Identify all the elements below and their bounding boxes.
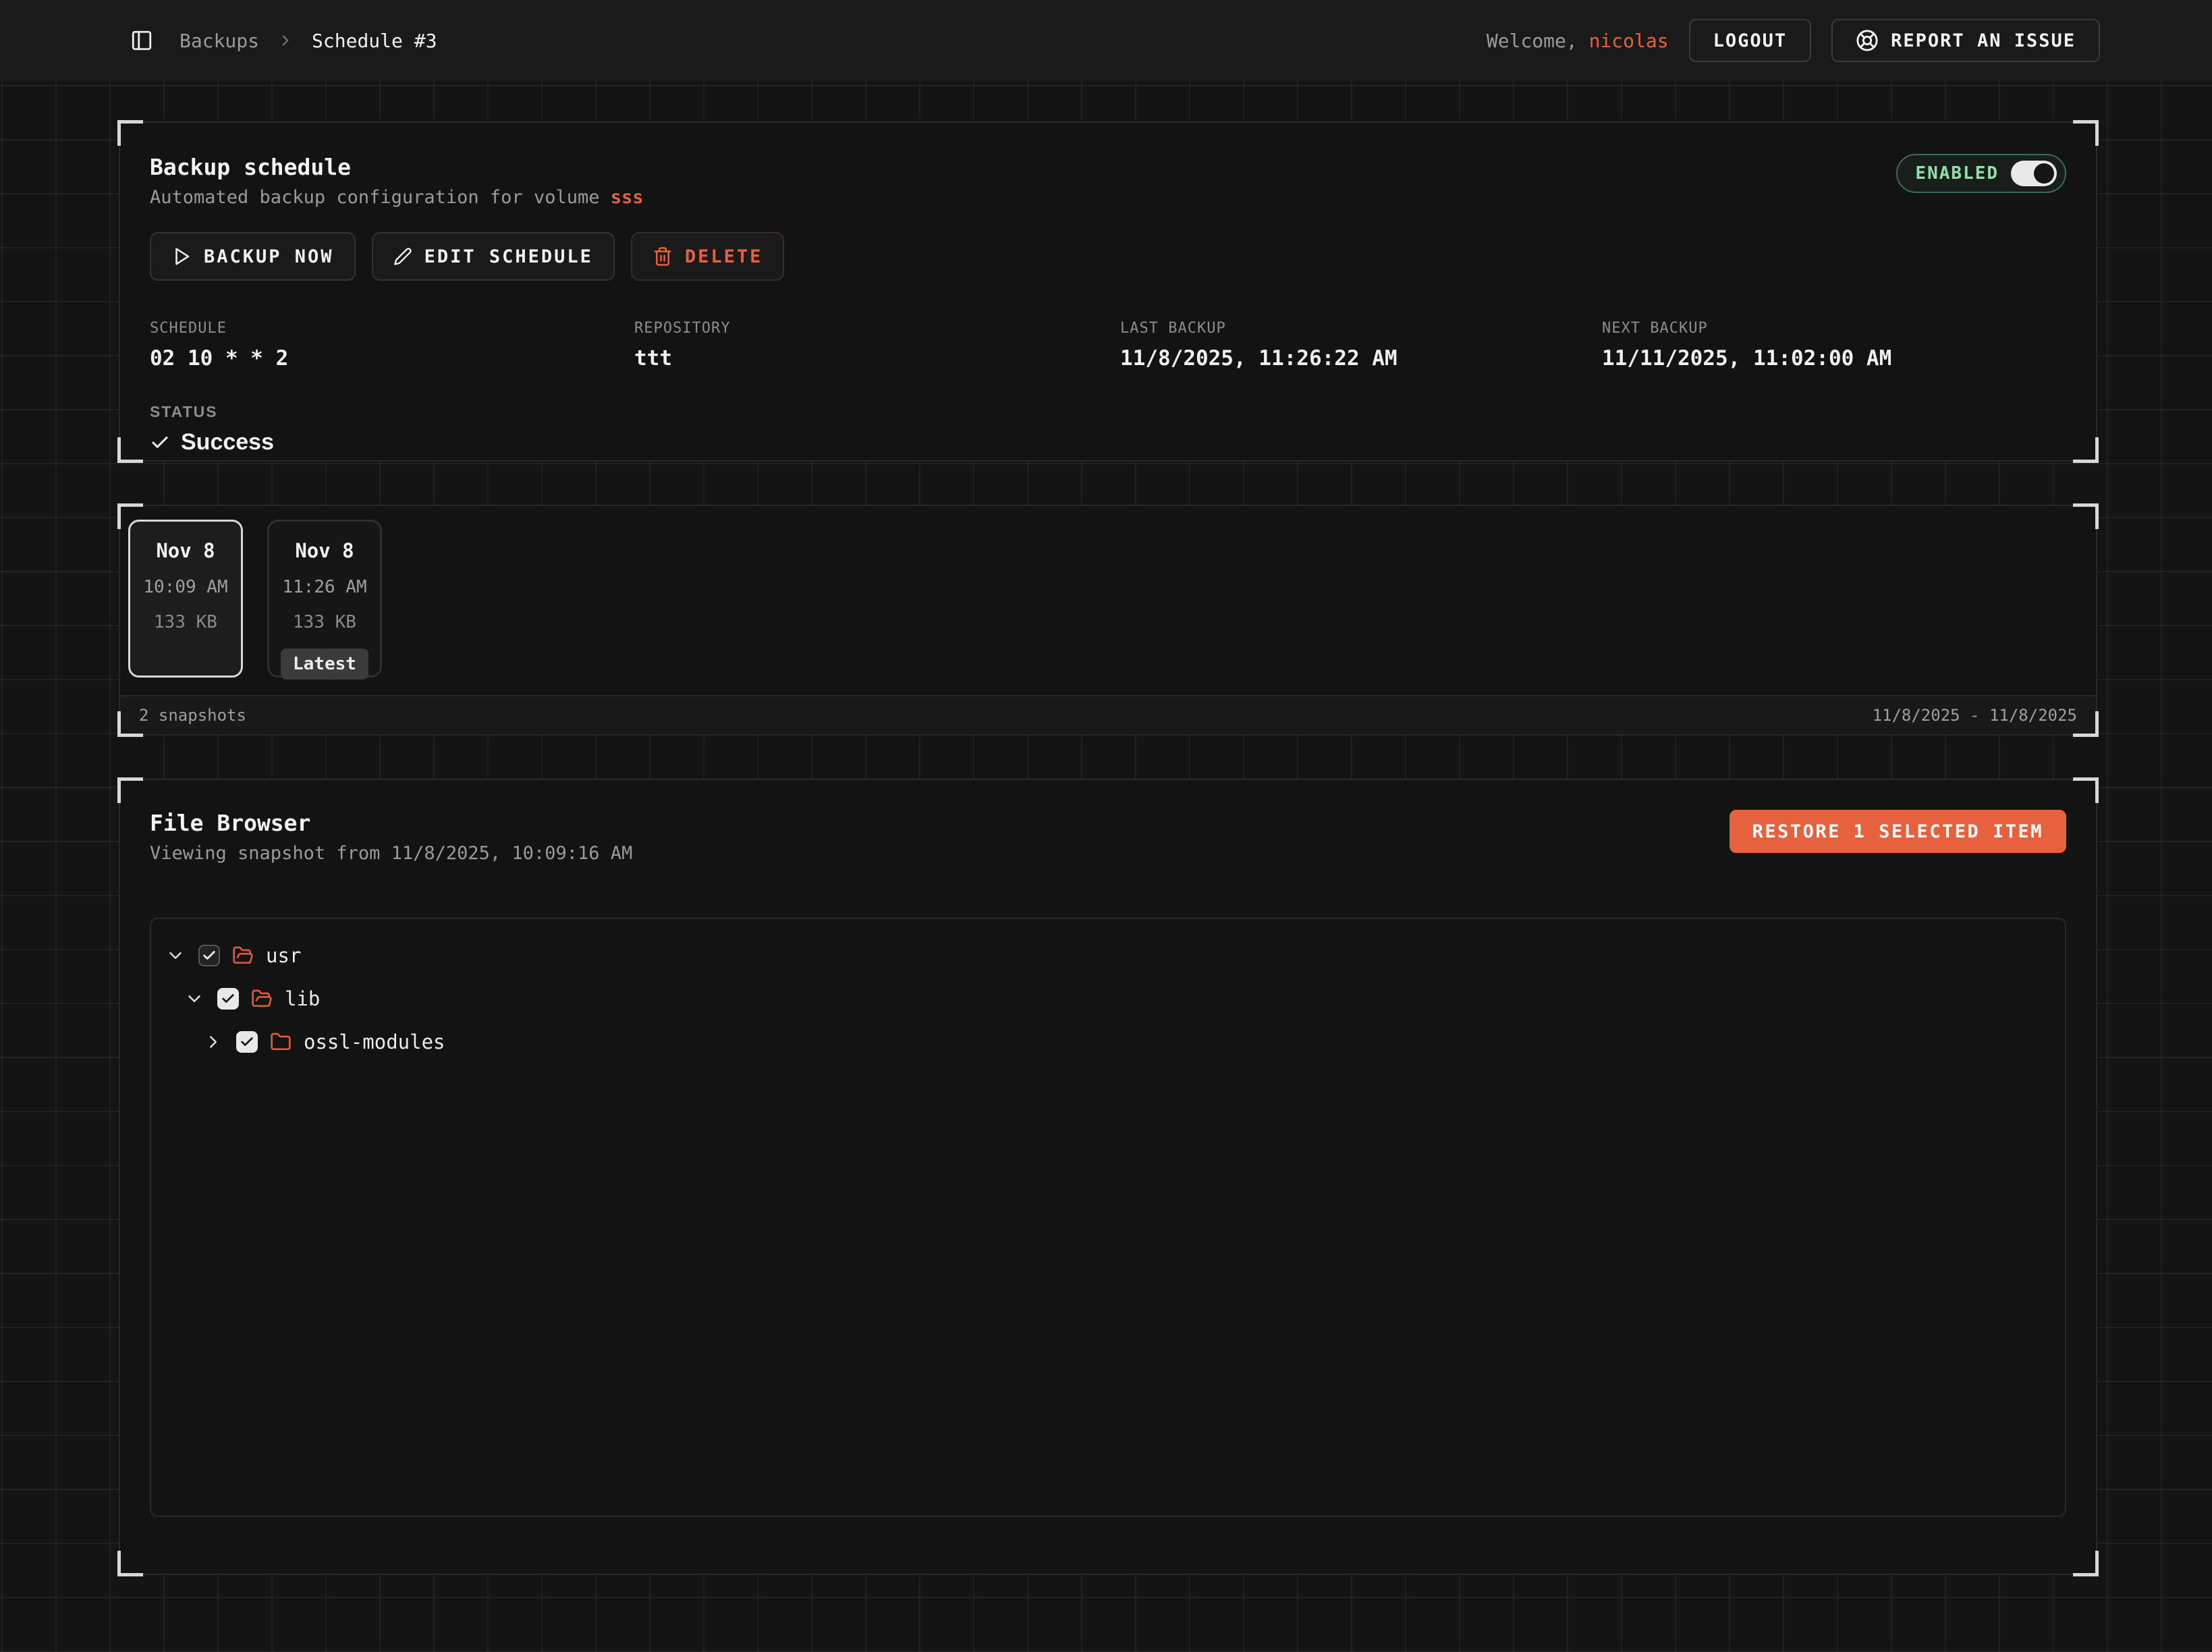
- restore-selected-button[interactable]: RESTORE 1 SELECTED ITEM: [1730, 810, 2066, 853]
- field-last-backup: LAST BACKUP 11/8/2025, 11:26:22 AM: [1120, 320, 1602, 370]
- file-browser-card: File Browser Viewing snapshot from 11/8/…: [119, 779, 2097, 1575]
- breadcrumb: Backups Schedule #3: [179, 30, 437, 52]
- subtitle-prefix: Automated backup configuration for volum…: [150, 187, 611, 208]
- backup-schedule-card: Backup schedule Automated backup configu…: [119, 121, 2097, 462]
- snapshots-footer: 2 snapshots 11/8/2025 - 11/8/2025: [120, 695, 2096, 734]
- edit-schedule-button[interactable]: EDIT SCHEDULE: [372, 232, 615, 281]
- snapshot-date: Nov 8: [156, 539, 215, 562]
- backup-now-label: BACKUP NOW: [204, 246, 334, 267]
- folder-open-icon: [251, 988, 273, 1010]
- welcome-text: Welcome, nicolas: [1487, 30, 1669, 52]
- lifebuoy-icon: [1856, 29, 1879, 52]
- corner-bracket: [117, 777, 143, 803]
- schedule-card-subtitle: Automated backup configuration for volum…: [150, 187, 644, 208]
- delete-button[interactable]: DELETE: [631, 232, 785, 281]
- schedule-card-title: Backup schedule: [150, 154, 644, 180]
- field-label: SCHEDULE: [150, 320, 634, 337]
- status-value: Success: [181, 429, 274, 456]
- snapshot-item-latest[interactable]: Nov 8 11:26 AM 133 KB Latest: [267, 520, 382, 678]
- tree-row-ossl-modules[interactable]: ossl-modules: [165, 1020, 2051, 1064]
- enabled-toggle[interactable]: [2011, 161, 2057, 186]
- pencil-icon: [393, 247, 412, 266]
- snapshot-item-selected[interactable]: Nov 8 10:09 AM 133 KB: [128, 520, 243, 678]
- corner-bracket: [117, 437, 143, 463]
- snapshots-card: Nov 8 10:09 AM 133 KB Nov 8 11:26 AM 133…: [119, 505, 2097, 736]
- status-block: STATUS Success: [150, 403, 2066, 456]
- breadcrumb-current: Schedule #3: [312, 30, 437, 52]
- corner-bracket: [2073, 1551, 2099, 1576]
- username: nicolas: [1589, 30, 1669, 52]
- snapshot-count: 2 snapshots: [139, 706, 246, 725]
- snapshot-date-range: 11/8/2025 - 11/8/2025: [1873, 706, 2077, 725]
- welcome-prefix: Welcome,: [1487, 30, 1589, 52]
- trash-icon: [653, 246, 673, 267]
- corner-bracket: [117, 1551, 143, 1576]
- sidebar-toggle-button[interactable]: [126, 24, 158, 57]
- snapshot-date: Nov 8: [295, 539, 354, 562]
- field-value: 02 10 * * 2: [150, 346, 634, 370]
- field-repository: REPOSITORY ttt: [634, 320, 1120, 370]
- field-value: ttt: [634, 346, 1120, 370]
- folder-icon: [270, 1031, 292, 1053]
- checkbox-checked[interactable]: [236, 1031, 258, 1053]
- play-icon: [171, 246, 192, 267]
- field-next-backup: NEXT BACKUP 11/11/2025, 11:02:00 AM: [1602, 320, 2066, 370]
- tree-item-name: ossl-modules: [304, 1030, 445, 1053]
- tree-row-usr[interactable]: usr: [165, 934, 2051, 977]
- logout-label: LOGOUT: [1713, 30, 1788, 51]
- snapshot-size: 133 KB: [293, 612, 356, 632]
- volume-name: sss: [611, 187, 644, 208]
- chevron-right-icon[interactable]: [202, 1031, 224, 1053]
- report-issue-label: REPORT AN ISSUE: [1891, 30, 2076, 51]
- chevron-right-icon: [277, 32, 294, 49]
- field-label: NEXT BACKUP: [1602, 320, 2066, 337]
- corner-bracket: [2073, 777, 2099, 803]
- delete-label: DELETE: [685, 246, 763, 267]
- topbar: Backups Schedule #3 Welcome, nicolas LOG…: [0, 0, 2212, 81]
- corner-bracket: [2073, 120, 2099, 146]
- snapshot-strip: Nov 8 10:09 AM 133 KB Nov 8 11:26 AM 133…: [120, 506, 2096, 695]
- report-issue-button[interactable]: REPORT AN ISSUE: [1831, 19, 2100, 62]
- edit-schedule-label: EDIT SCHEDULE: [424, 246, 593, 267]
- tree-item-name: usr: [266, 944, 301, 967]
- schedule-fields: SCHEDULE 02 10 * * 2 REPOSITORY ttt LAST…: [150, 320, 2066, 370]
- logout-button[interactable]: LOGOUT: [1689, 19, 1812, 62]
- field-schedule: SCHEDULE 02 10 * * 2: [150, 320, 634, 370]
- toggle-knob: [2034, 163, 2054, 184]
- checkbox-checked[interactable]: [217, 988, 239, 1010]
- snapshot-time: 11:26 AM: [282, 577, 366, 597]
- latest-badge: Latest: [281, 649, 368, 680]
- enabled-pill: ENABLED: [1896, 154, 2066, 193]
- field-label: REPOSITORY: [634, 320, 1120, 337]
- status-label: STATUS: [150, 403, 2066, 421]
- tree-row-lib[interactable]: lib: [165, 977, 2051, 1020]
- snapshot-time: 10:09 AM: [143, 577, 227, 597]
- field-value: 11/11/2025, 11:02:00 AM: [1602, 346, 2066, 370]
- backup-now-button[interactable]: BACKUP NOW: [150, 232, 356, 281]
- breadcrumb-backups[interactable]: Backups: [179, 30, 259, 52]
- file-tree-panel: usr lib: [150, 918, 2066, 1517]
- snapshot-size: 133 KB: [154, 612, 217, 632]
- checkbox-checked[interactable]: [198, 945, 220, 966]
- file-browser-subtitle: Viewing snapshot from 11/8/2025, 10:09:1…: [150, 843, 632, 864]
- field-label: LAST BACKUP: [1120, 320, 1602, 337]
- tree-item-name: lib: [285, 987, 320, 1010]
- success-check-icon: [150, 433, 170, 453]
- corner-bracket: [117, 120, 143, 146]
- file-browser-title: File Browser: [150, 810, 632, 836]
- field-value: 11/8/2025, 11:26:22 AM: [1120, 346, 1602, 370]
- panel-left-icon: [130, 29, 153, 52]
- chevron-down-icon[interactable]: [184, 988, 205, 1010]
- corner-bracket: [2073, 437, 2099, 463]
- main-content: Backup schedule Automated backup configu…: [0, 81, 2212, 1575]
- folder-open-icon: [232, 945, 254, 966]
- enabled-label: ENABLED: [1915, 163, 1999, 184]
- chevron-down-icon[interactable]: [165, 945, 186, 966]
